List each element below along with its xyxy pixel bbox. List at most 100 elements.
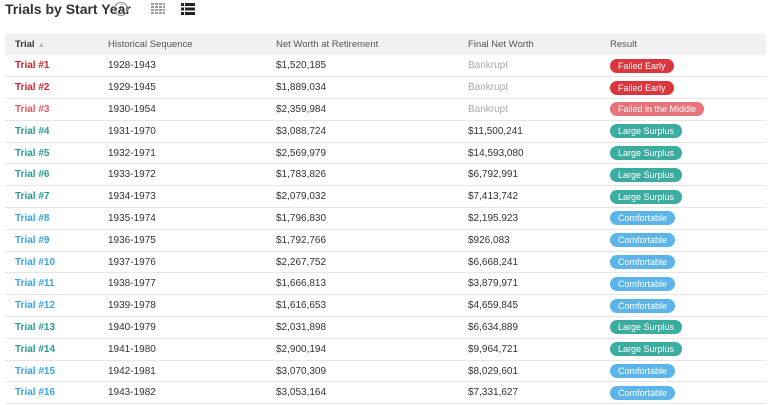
net-worth-at-retirement: $1,796,830 xyxy=(276,212,327,224)
historical-sequence: 1933-1972 xyxy=(108,169,156,181)
net-worth-at-retirement: $1,783,826 xyxy=(276,169,327,181)
result-cell: Large Surplus xyxy=(610,338,766,360)
trial-link[interactable]: Trial #16 xyxy=(5,382,108,404)
table-header-row: Trial ▲ Historical Sequence Net Worth at … xyxy=(5,34,766,55)
table-row[interactable]: Trial #14 1941-1980 $2,900,194 $9,964,721 La… xyxy=(5,338,766,361)
column-header-trial[interactable]: Trial ▲ xyxy=(5,34,108,55)
final-net-worth: Bankrupt xyxy=(468,103,509,115)
grid-view-icon[interactable] xyxy=(151,3,165,15)
result-badge: Failed Early xyxy=(610,80,674,95)
result-badge: Comfortable xyxy=(610,298,676,313)
trial-link[interactable]: Trial #13 xyxy=(5,317,108,339)
historical-sequence: 1928-1943 xyxy=(108,60,156,72)
result-badge: Comfortable xyxy=(610,364,676,379)
result-cell: Large Surplus xyxy=(610,120,766,142)
column-header-final[interactable]: Final Net Worth xyxy=(468,34,610,55)
result-cell: Comfortable xyxy=(610,295,766,317)
historical-sequence: 1941-1980 xyxy=(108,343,156,355)
final-net-worth: $6,668,241 xyxy=(468,256,519,268)
result-badge: Comfortable xyxy=(610,385,676,400)
result-cell: Comfortable xyxy=(610,273,766,295)
trial-link[interactable]: Trial #2 xyxy=(5,77,108,99)
table-row[interactable]: Trial #11 1938-1977 $1,666,813 $3,879,971 Co… xyxy=(5,273,766,295)
final-net-worth: $7,331,627 xyxy=(468,387,519,399)
list-view-icon[interactable] xyxy=(181,3,195,15)
table-row[interactable]: Trial #8 1935-1974 $1,796,830 $2,195,923 Com… xyxy=(5,208,766,230)
historical-sequence: 1943-1982 xyxy=(108,387,156,399)
table-row[interactable]: Trial #6 1933-1972 $1,783,826 $6,792,991 Lar… xyxy=(5,164,766,186)
trial-link[interactable]: Trial #4 xyxy=(5,120,108,142)
final-net-worth: $2,195,923 xyxy=(468,212,519,224)
table-row[interactable]: Trial #10 1937-1976 $2,267,752 $6,668,241 Co… xyxy=(5,251,766,273)
result-cell: Large Surplus xyxy=(610,186,766,208)
net-worth-at-retirement: $1,792,766 xyxy=(276,234,327,246)
trial-link[interactable]: Trial #8 xyxy=(5,208,108,230)
result-badge: Large Surplus xyxy=(610,167,683,182)
sort-arrow-icon: ▲ xyxy=(37,40,46,49)
result-cell: Comfortable xyxy=(610,208,766,230)
net-worth-at-retirement: $3,070,309 xyxy=(276,365,327,377)
net-worth-at-retirement: $3,053,164 xyxy=(276,387,327,399)
column-header-retirement[interactable]: Net Worth at Retirement xyxy=(276,34,468,55)
net-worth-at-retirement: $2,569,979 xyxy=(276,147,327,159)
info-icon[interactable]: i xyxy=(114,2,128,16)
historical-sequence: 1934-1973 xyxy=(108,191,156,203)
trial-link[interactable]: Trial #5 xyxy=(5,142,108,164)
historical-sequence: 1938-1977 xyxy=(108,278,156,290)
table-row[interactable]: Trial #9 1936-1975 $1,792,766 $926,083 Comfo… xyxy=(5,229,766,252)
column-header-sequence[interactable]: Historical Sequence xyxy=(108,34,276,55)
table-row[interactable]: Trial #15 1942-1981 $3,070,309 $8,029,601 Co… xyxy=(5,360,766,382)
trial-link[interactable]: Trial #15 xyxy=(5,360,108,382)
historical-sequence: 1939-1978 xyxy=(108,300,156,312)
column-header-result[interactable]: Result xyxy=(610,34,766,55)
net-worth-at-retirement: $3,088,724 xyxy=(276,125,327,137)
final-net-worth: $926,083 xyxy=(468,234,510,246)
historical-sequence: 1936-1975 xyxy=(108,234,156,246)
section-title: Trials by Start Year xyxy=(5,1,131,17)
result-cell: Large Surplus xyxy=(610,164,766,186)
result-badge: Comfortable xyxy=(610,255,676,270)
table-row[interactable]: Trial #2 1929-1945 $1,889,034 Bankrupt Faile… xyxy=(5,77,766,99)
result-badge: Comfortable xyxy=(610,233,676,248)
table-row[interactable]: Trial #12 1939-1978 $1,616,653 $4,659,845 Co… xyxy=(5,295,766,317)
historical-sequence: 1932-1971 xyxy=(108,147,156,159)
table-row[interactable]: Trial #16 1943-1982 $3,053,164 $7,331,627 Co… xyxy=(5,382,766,404)
final-net-worth: $9,964,721 xyxy=(468,343,519,355)
result-cell: Comfortable xyxy=(610,229,766,251)
final-net-worth: Bankrupt xyxy=(468,60,509,72)
final-net-worth: $3,879,971 xyxy=(468,278,519,290)
trial-link[interactable]: Trial #1 xyxy=(5,55,108,77)
table-row[interactable]: Trial #4 1931-1970 $3,088,724 $11,500,241 La… xyxy=(5,120,766,143)
trial-link[interactable]: Trial #14 xyxy=(5,338,108,360)
table-row[interactable]: Trial #3 1930-1954 $2,359,984 Bankrupt Faile… xyxy=(5,99,766,121)
result-cell: Failed in the Middle xyxy=(610,99,766,121)
result-cell: Failed Early xyxy=(610,77,766,99)
trials-table: Trial ▲ Historical Sequence Net Worth at … xyxy=(5,34,766,404)
final-net-worth: $6,792,991 xyxy=(468,169,519,181)
trial-link[interactable]: Trial #6 xyxy=(5,164,108,186)
trial-link[interactable]: Trial #11 xyxy=(5,273,108,295)
historical-sequence: 1942-1981 xyxy=(108,365,156,377)
final-net-worth: $8,029,601 xyxy=(468,365,519,377)
result-badge: Failed in the Middle xyxy=(610,102,705,117)
result-badge: Comfortable xyxy=(610,211,676,226)
net-worth-at-retirement: $1,616,653 xyxy=(276,300,327,312)
table-row[interactable]: Trial #1 1928-1943 $1,520,185 Bankrupt Faile… xyxy=(5,55,766,77)
final-net-worth: $6,634,889 xyxy=(468,321,519,333)
net-worth-at-retirement: $2,900,194 xyxy=(276,343,327,355)
historical-sequence: 1931-1970 xyxy=(108,125,156,137)
trial-link[interactable]: Trial #10 xyxy=(5,251,108,273)
trial-link[interactable]: Trial #9 xyxy=(5,229,108,251)
final-net-worth: $11,500,241 xyxy=(468,125,523,137)
section-header: Trials by Start Year i xyxy=(0,0,768,34)
table-row[interactable]: Trial #13 1940-1979 $2,031,898 $6,634,889 La… xyxy=(5,317,766,339)
table-row[interactable]: Trial #5 1932-1971 $2,569,979 $14,593,080 La… xyxy=(5,142,766,164)
trial-link[interactable]: Trial #7 xyxy=(5,186,108,208)
final-net-worth: $7,413,742 xyxy=(468,191,519,203)
trial-link[interactable]: Trial #3 xyxy=(5,99,108,121)
result-badge: Large Surplus xyxy=(610,146,683,161)
trial-link[interactable]: Trial #12 xyxy=(5,295,108,317)
result-badge: Failed Early xyxy=(610,58,674,73)
table-row[interactable]: Trial #7 1934-1973 $2,079,032 $7,413,742 Lar… xyxy=(5,186,766,208)
historical-sequence: 1935-1974 xyxy=(108,212,156,224)
